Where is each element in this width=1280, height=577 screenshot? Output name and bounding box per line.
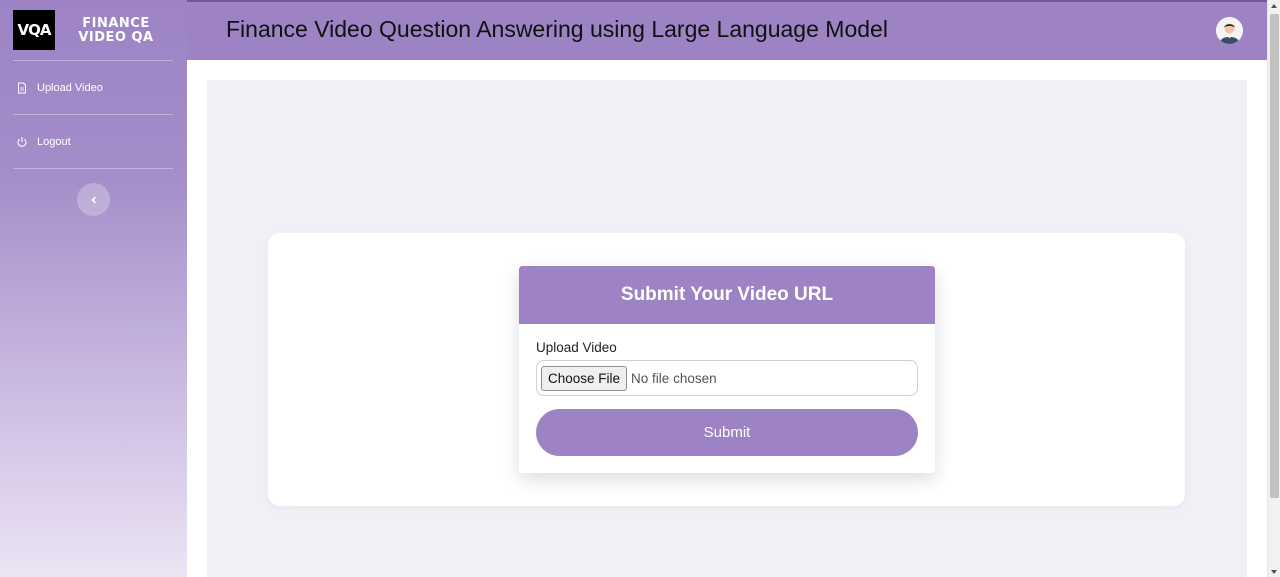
chevron-left-icon (90, 192, 98, 208)
power-icon (16, 136, 28, 148)
vertical-scrollbar[interactable] (1267, 0, 1280, 577)
file-input[interactable]: Choose File No file chosen (536, 360, 918, 396)
brand-name-line1: FINANCE (82, 16, 150, 31)
sidebar: VQA FINANCE VIDEO QA Upload Video Logout (0, 0, 187, 577)
scrollbar-thumb[interactable] (1270, 14, 1279, 498)
sidebar-collapse-button[interactable] (77, 183, 110, 216)
user-avatar-icon[interactable] (1216, 17, 1243, 44)
scroll-down-icon[interactable] (1271, 570, 1277, 574)
upload-video-label: Upload Video (536, 340, 617, 355)
brand-name: FINANCE VIDEO QA (76, 17, 156, 45)
choose-file-button[interactable]: Choose File (541, 365, 628, 391)
brand[interactable]: VQA FINANCE VIDEO QA (0, 0, 187, 60)
submit-button[interactable]: Submit (536, 409, 918, 456)
top-bar: Finance Video Question Answering using L… (187, 0, 1267, 60)
upload-form: Submit Your Video URL Upload Video Choos… (519, 266, 935, 473)
sidebar-item-upload-video[interactable]: Upload Video (13, 61, 173, 115)
sidebar-item-label: Logout (37, 135, 71, 148)
logo: VQA (13, 10, 55, 50)
document-icon (16, 82, 28, 94)
brand-name-line2: VIDEO QA (78, 30, 154, 45)
scroll-up-icon[interactable] (1271, 4, 1277, 8)
page-title: Finance Video Question Answering using L… (226, 16, 888, 42)
form-title: Submit Your Video URL (519, 266, 935, 324)
sidebar-item-label: Upload Video (37, 81, 103, 94)
sidebar-item-logout[interactable]: Logout (13, 115, 173, 169)
file-status-text: No file chosen (631, 370, 717, 386)
